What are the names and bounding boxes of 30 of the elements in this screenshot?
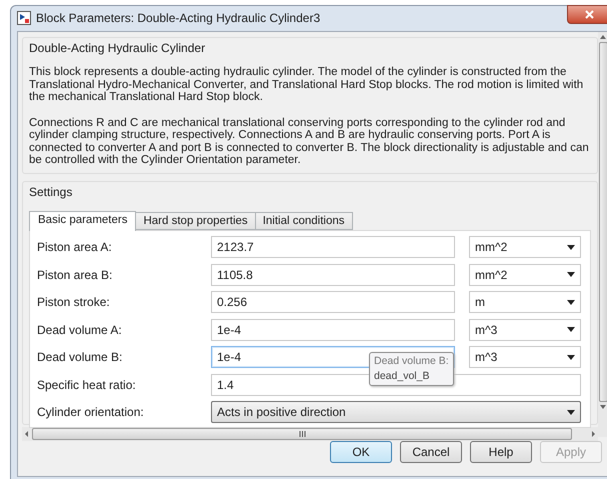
window-title: Block Parameters: Double-Acting Hydraulic Cylinder3 <box>36 10 320 27</box>
value-field[interactable]: 1105.8 <box>211 264 455 286</box>
unit-dropdown[interactable]: m^3 <box>469 318 581 341</box>
parameter-label: Dead volume A: <box>37 322 123 339</box>
tooltip-title: Dead volume B: <box>374 354 449 368</box>
group-heading: Settings <box>29 184 72 198</box>
dialog-button[interactable]: OK <box>330 441 392 463</box>
parameter-label: Dead volume B: <box>37 349 124 366</box>
parameter-label: Cylinder orientation: <box>37 404 145 422</box>
tab[interactable]: Initial conditions <box>254 212 353 230</box>
dialog-button[interactable]: Cancel <box>400 441 462 463</box>
parameter-label: Piston stroke: <box>37 294 111 312</box>
parameter-label: Piston area A: <box>37 239 113 256</box>
tab[interactable]: Basic parameters <box>29 210 136 230</box>
value-field[interactable]: 0.256 <box>211 291 455 314</box>
parameter-label: Piston area B: <box>37 266 114 284</box>
unit-dropdown[interactable]: mm^2 <box>469 236 581 258</box>
description-text: Connections R and C are mechanical translational conserving ports corresponding to the cylinder rod and cylinder clamping structure, respectively. Connections A and B are hydraulic conserving ports. Port A is connected to converter A and port B is connected to converter B. The block directionality is adjustable and can be controlled with the Cylinder Orientation parameter. <box>29 116 590 166</box>
value-field[interactable]: 2123.7 <box>211 236 455 258</box>
orientation-dropdown[interactable]: Acts in positive direction <box>211 401 581 424</box>
group-heading: Double-Acting Hydraulic Cylinder <box>29 41 208 55</box>
dialog-button[interactable]: Help <box>470 441 532 463</box>
value-field[interactable]: 1e-4 <box>211 318 455 341</box>
description-text: This block represents a double-acting hydraulic cylinder. The model of the cylinder is constructed from the Translational Hydro-Mechanical Converter, and Translational Hard Stop blocks. The rod motion is limited with the mechanical Translational Hard Stop block. <box>29 66 584 104</box>
parameter-label: Specific heat ratio: <box>37 376 137 394</box>
unit-dropdown[interactable]: m^3 <box>469 346 581 368</box>
unit-dropdown[interactable]: mm^2 <box>469 264 581 286</box>
tab[interactable]: Hard stop properties <box>135 212 256 230</box>
tooltip-text: dead_vol_B <box>374 368 430 384</box>
unit-dropdown[interactable]: m <box>469 291 581 314</box>
